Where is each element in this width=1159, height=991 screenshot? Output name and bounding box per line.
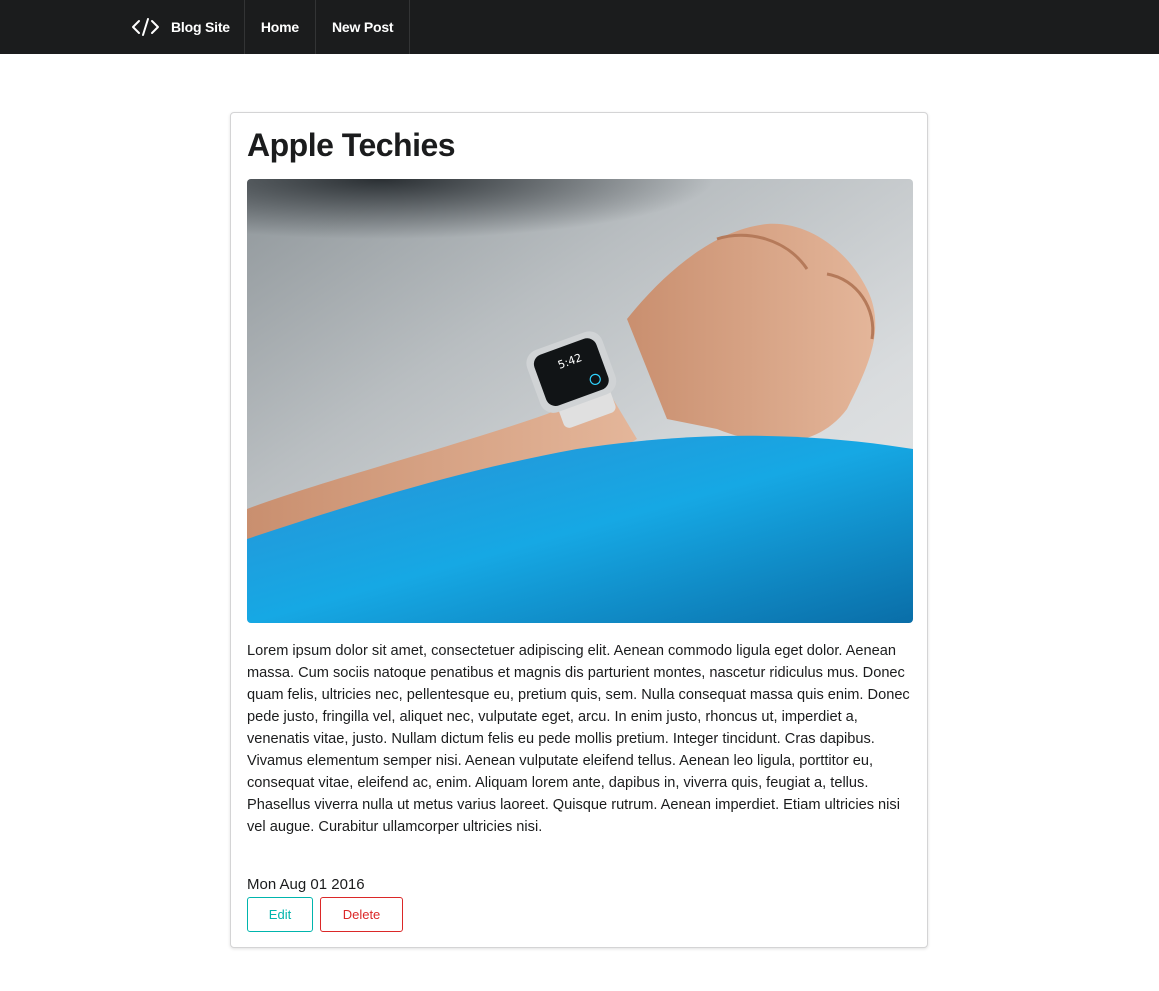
post-body: Lorem ipsum dolor sit amet, consectetuer…: [247, 643, 910, 835]
navbar-menu: Blog Site Home New Post: [115, 0, 411, 54]
post-date: Mon Aug 01 2016: [247, 876, 365, 893]
post-image: 5:42: [247, 179, 913, 623]
edit-button[interactable]: Edit: [247, 897, 313, 932]
brand-label: Blog Site: [171, 19, 230, 35]
nav-item-new-post[interactable]: New Post: [316, 0, 411, 54]
top-navbar: Blog Site Home New Post: [0, 0, 1159, 54]
code-icon: [131, 16, 161, 38]
nav-item-home[interactable]: Home: [245, 0, 316, 54]
post-title: Apple Techies: [247, 127, 456, 163]
post-card: Apple Techies 5:42 Lorem ipsum dolor sit…: [230, 112, 928, 948]
brand-link[interactable]: Blog Site: [115, 0, 245, 54]
delete-button[interactable]: Delete: [320, 897, 403, 932]
